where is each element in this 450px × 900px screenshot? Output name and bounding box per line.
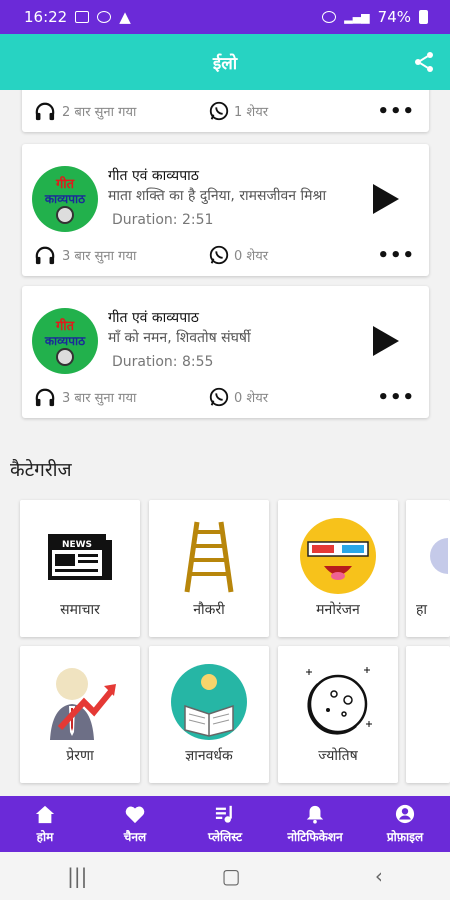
card-thumbnail: गीत काव्यपाठ bbox=[32, 166, 98, 232]
instagram-icon bbox=[97, 11, 112, 23]
news-logo-text: NEWS bbox=[62, 540, 92, 550]
card-title: गीत एवं काव्यपाठ bbox=[108, 310, 199, 326]
system-navigation: ||| ▢ ‹ bbox=[0, 852, 450, 900]
bottom-navigation: होम चैनल प्लेलिस्ट नोटिफिकेशन प्रोफ़ाइल bbox=[0, 796, 450, 852]
audio-card[interactable]: गीत काव्यपाठ गीत एवं काव्यपाठ माँ को नमन… bbox=[22, 286, 429, 418]
listen-count: 2 बार सुना गया bbox=[62, 105, 137, 120]
more-options-icon[interactable]: ••• bbox=[377, 387, 415, 408]
audio-card[interactable]: गीत काव्यपाठ गीत एवं काव्यपाठ माता शक्ति… bbox=[22, 144, 429, 276]
category-label: नौकरी bbox=[193, 602, 225, 618]
whatsapp-icon[interactable] bbox=[208, 244, 230, 266]
category-tile-knowledge[interactable]: ज्ञानवर्धक bbox=[149, 646, 269, 783]
category-tile-motivation[interactable]: प्रेरणा bbox=[20, 646, 140, 783]
partial-icon bbox=[430, 538, 448, 574]
share-count: 1 शेयर bbox=[234, 105, 269, 120]
home-button-icon[interactable]: ▢ bbox=[222, 864, 241, 888]
card-meta: 3 बार सुना गया 0 शेयर ••• bbox=[34, 244, 415, 266]
whatsapp-icon[interactable] bbox=[208, 386, 230, 408]
card-meta: 3 बार सुना गया 0 शेयर ••• bbox=[34, 386, 415, 408]
card-meta: 2 बार सुना गया 1 शेयर ••• bbox=[34, 100, 415, 122]
ladder-icon bbox=[184, 521, 234, 593]
category-label: मनोरंजन bbox=[316, 602, 360, 618]
audio-card[interactable]: 2 बार सुना गया 1 शेयर ••• bbox=[22, 90, 429, 132]
status-bar: 16:22 ▲ ▂▄▆ 74% bbox=[0, 0, 450, 34]
play-icon[interactable] bbox=[373, 326, 399, 356]
card-duration: Duration: 2:51 bbox=[112, 212, 214, 228]
app-title: ईलो bbox=[212, 53, 238, 74]
emoji-3d-glasses-icon bbox=[300, 518, 376, 594]
app-bar: ईलो bbox=[0, 34, 450, 90]
heart-icon bbox=[125, 806, 145, 823]
card-duration: Duration: 8:55 bbox=[112, 354, 214, 370]
category-tile-astrology[interactable]: ज्योतिष bbox=[278, 646, 398, 783]
more-options-icon[interactable]: ••• bbox=[377, 245, 415, 266]
growth-person-icon bbox=[50, 668, 116, 740]
headphones-icon bbox=[35, 102, 55, 121]
gallery-icon bbox=[75, 11, 90, 23]
share-count: 0 शेयर bbox=[234, 249, 269, 264]
warning-icon: ▲ bbox=[119, 8, 131, 26]
more-options-icon[interactable]: ••• bbox=[377, 101, 415, 122]
category-tile-partial[interactable]: हा bbox=[406, 500, 450, 637]
signal-icon: ▂▄▆ bbox=[344, 10, 370, 24]
battery-percent: 74% bbox=[377, 8, 411, 26]
headphones-icon bbox=[35, 246, 55, 265]
category-label: प्रेरणा bbox=[66, 748, 94, 764]
nav-notification[interactable]: नोटिफिकेशन bbox=[270, 796, 360, 852]
reading-book-icon bbox=[171, 664, 247, 740]
category-label: समाचार bbox=[60, 602, 100, 618]
card-subtitle: माता शक्ति का है दुनिया, रामसजीवन मिश्रा bbox=[108, 188, 327, 204]
moon-icon bbox=[306, 667, 372, 735]
listen-count: 3 बार सुना गया bbox=[62, 249, 137, 264]
profile-icon bbox=[395, 804, 415, 823]
nav-playlist[interactable]: प्लेलिस्ट bbox=[180, 796, 270, 852]
share-count: 0 शेयर bbox=[234, 391, 269, 406]
feed-content[interactable]: 2 बार सुना गया 1 शेयर ••• गीत काव्यपाठ ग… bbox=[0, 90, 450, 796]
mic-icon bbox=[56, 348, 74, 366]
alarm-icon bbox=[322, 11, 337, 23]
listen-count: 3 बार सुना गया bbox=[62, 391, 137, 406]
category-label: ज्योतिष bbox=[318, 748, 358, 764]
headphones-icon bbox=[35, 388, 55, 407]
category-label: हा bbox=[416, 602, 428, 618]
nav-label: चैनल bbox=[123, 829, 147, 844]
nav-label: होम bbox=[36, 829, 54, 844]
nav-label: प्लेलिस्ट bbox=[207, 829, 242, 844]
share-icon[interactable] bbox=[412, 50, 436, 74]
thumb-text-bottom: काव्यपाठ bbox=[44, 192, 86, 206]
newspaper-icon: NEWS bbox=[48, 534, 112, 580]
nav-label: प्रोफ़ाइल bbox=[386, 829, 424, 844]
thumb-text-bottom: काव्यपाठ bbox=[44, 334, 86, 348]
category-tile-partial[interactable] bbox=[406, 646, 450, 783]
battery-icon bbox=[419, 10, 428, 24]
whatsapp-icon[interactable] bbox=[208, 100, 230, 122]
playlist-icon bbox=[215, 805, 232, 823]
nav-home[interactable]: होम bbox=[0, 796, 90, 852]
category-tile-entertainment[interactable]: मनोरंजन bbox=[278, 500, 398, 637]
back-icon[interactable]: ‹ bbox=[375, 864, 383, 888]
category-tile-news[interactable]: NEWS समाचार bbox=[20, 500, 140, 637]
card-thumbnail: गीत काव्यपाठ bbox=[32, 308, 98, 374]
category-tile-jobs[interactable]: नौकरी bbox=[149, 500, 269, 637]
home-icon bbox=[35, 805, 55, 823]
nav-label: नोटिफिकेशन bbox=[287, 829, 343, 844]
status-time: 16:22 bbox=[24, 8, 68, 26]
card-title: गीत एवं काव्यपाठ bbox=[108, 168, 199, 184]
card-subtitle: माँ को नमन, शिवतोष संघर्षी bbox=[108, 330, 251, 346]
bell-icon bbox=[306, 805, 324, 824]
categories-heading: कैटेगरीज bbox=[10, 459, 72, 481]
category-label: ज्ञानवर्धक bbox=[185, 748, 233, 764]
mic-icon bbox=[56, 206, 74, 224]
play-icon[interactable] bbox=[373, 184, 399, 214]
nav-channel[interactable]: चैनल bbox=[90, 796, 180, 852]
nav-profile[interactable]: प्रोफ़ाइल bbox=[360, 796, 450, 852]
recent-apps-icon[interactable]: ||| bbox=[67, 864, 87, 888]
